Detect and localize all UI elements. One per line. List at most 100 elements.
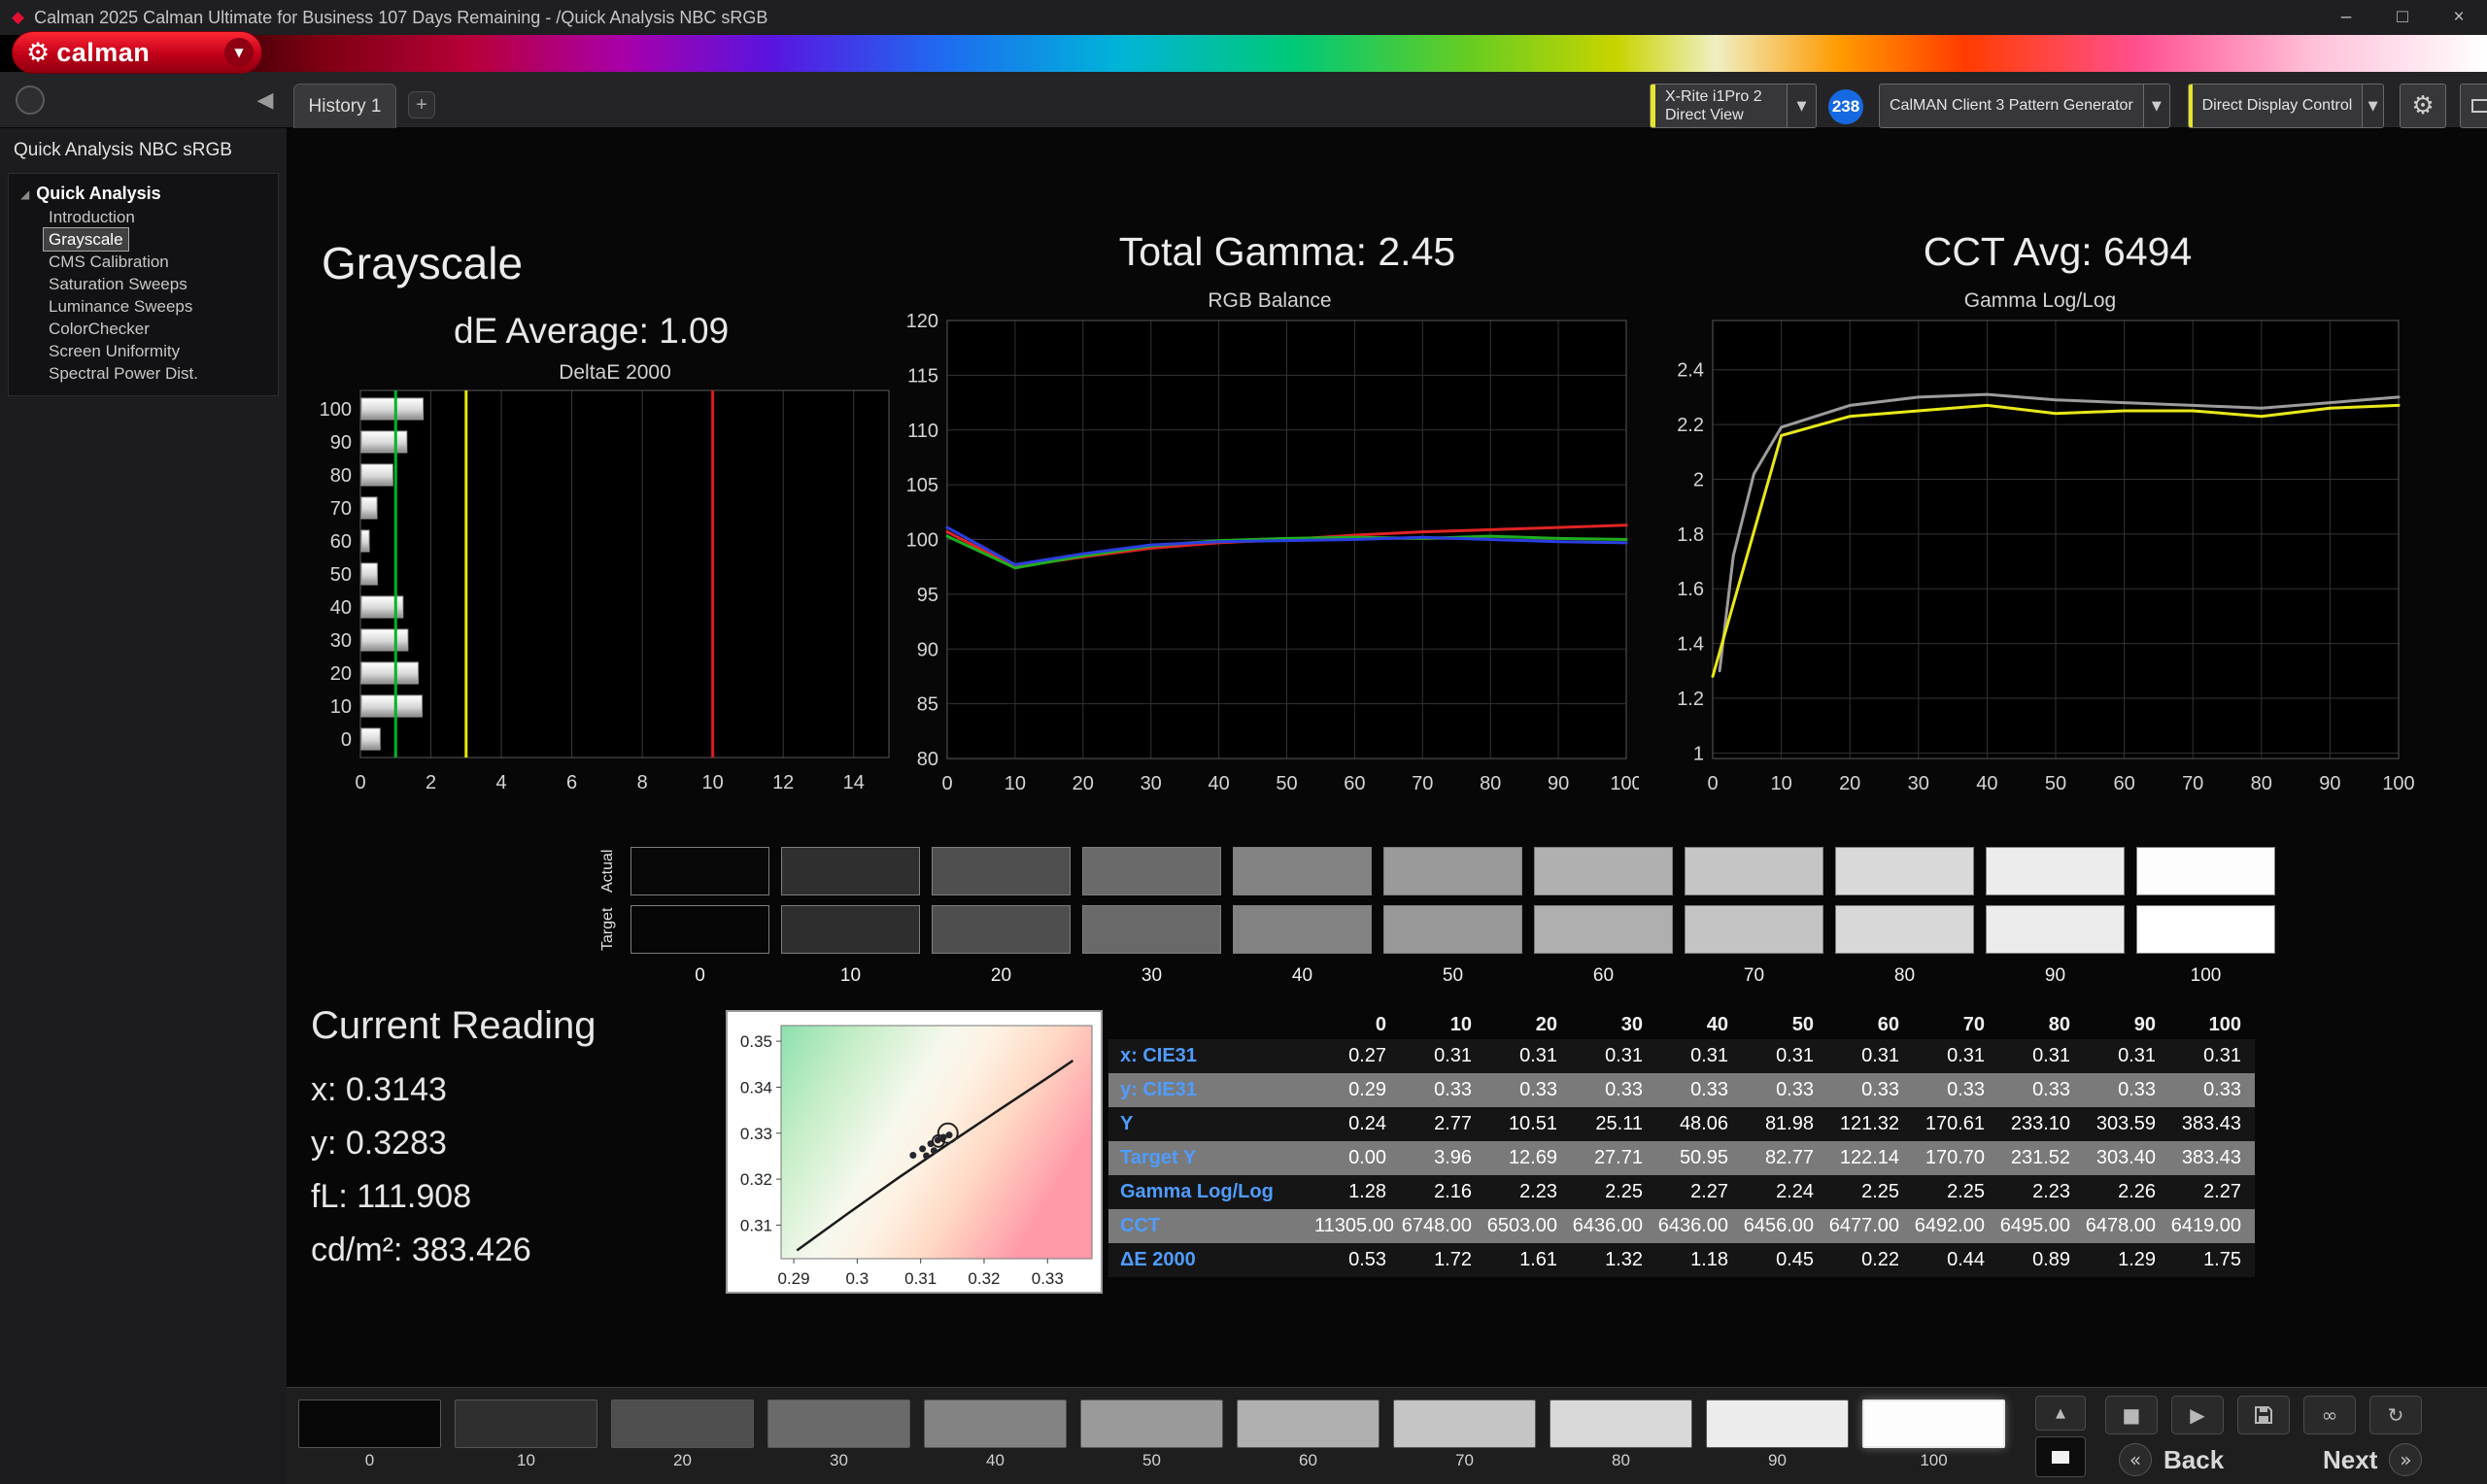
target-swatch-40	[1233, 905, 1372, 954]
tree-expander-icon[interactable]: ◢	[20, 187, 29, 201]
table-row-label: Gamma Log/Log	[1108, 1181, 1314, 1203]
results-table: 0102030405060708090100x: CIE310.270.310.…	[1108, 1010, 2255, 1277]
sidebar-root-quick-analysis[interactable]: ◢ Quick Analysis	[13, 182, 274, 206]
table-cell: 2.23	[1998, 1181, 2084, 1203]
tab-history-1[interactable]: History 1	[293, 84, 396, 128]
table-cell: 6492.00	[1913, 1215, 1998, 1237]
pattern-level-button-80[interactable]: 80	[1550, 1400, 1692, 1470]
next-button[interactable]: Next »	[2323, 1440, 2422, 1479]
rgb-balance-chart-title: RGB Balance	[901, 289, 1639, 313]
table-cell: 0.33	[2169, 1079, 2255, 1101]
table-row: Gamma Log/Log1.282.162.232.252.272.242.2…	[1108, 1175, 2255, 1209]
display-control-dropdown-arrow-icon[interactable]: ▼	[2362, 84, 2383, 127]
svg-text:1.4: 1.4	[1677, 634, 1704, 656]
svg-text:70: 70	[330, 498, 352, 520]
pattern-level-button-50[interactable]: 50	[1080, 1400, 1223, 1470]
sidebar-collapse-icon[interactable]: ◀	[251, 85, 280, 115]
add-tab-button[interactable]: +	[408, 91, 435, 118]
pattern-window-badge[interactable]: 238	[1828, 89, 1863, 124]
stop-button[interactable]: ■	[2105, 1396, 2158, 1434]
workflow-title: Quick Analysis NBC sRGB	[0, 128, 287, 169]
table-cell: 48.06	[1656, 1113, 1742, 1135]
swatch-level-label: 70	[1685, 963, 1823, 987]
table-cell: 383.43	[2169, 1147, 2255, 1169]
svg-text:105: 105	[906, 475, 938, 496]
svg-text:80: 80	[2251, 773, 2272, 794]
table-cell: 0.33	[1913, 1079, 1998, 1101]
table-cell: 2.16	[1400, 1181, 1485, 1203]
settings-button[interactable]: ⚙	[2400, 84, 2446, 128]
display-control-dropdown[interactable]: Direct Display Control ▼	[2188, 84, 2384, 128]
sidebar-item-introduction[interactable]: Introduction	[44, 206, 140, 228]
sidebar-item-grayscale[interactable]: Grayscale	[44, 228, 128, 251]
table-cell: 383.43	[2169, 1113, 2255, 1135]
svg-text:2: 2	[426, 772, 436, 793]
svg-text:2.2: 2.2	[1677, 415, 1704, 436]
minimize-button[interactable]: –	[2318, 0, 2374, 35]
table-cell: 122.14	[1827, 1147, 1913, 1169]
pattern-level-button-10[interactable]: 10	[455, 1400, 597, 1470]
sidebar-item-luminance-sweeps[interactable]: Luminance Sweeps	[44, 295, 197, 318]
table-row: Y0.242.7710.5125.1148.0681.98121.32170.6…	[1108, 1107, 2255, 1141]
play-button[interactable]: ▶	[2171, 1396, 2224, 1434]
back-button[interactable]: « Back	[2119, 1440, 2224, 1479]
close-button[interactable]: ×	[2431, 0, 2487, 35]
refresh-button[interactable]: ↻	[2369, 1396, 2422, 1434]
calman-menu-button[interactable]: ⚙ calman ▼	[12, 31, 262, 74]
table-cell: 0.31	[1742, 1045, 1827, 1067]
svg-text:50: 50	[1276, 773, 1297, 794]
svg-text:80: 80	[1480, 773, 1501, 794]
sidebar-item-cms-calibration[interactable]: CMS Calibration	[44, 251, 174, 273]
pattern-window-icon	[2052, 1451, 2069, 1464]
table-cell: 1.32	[1571, 1249, 1656, 1271]
table-cell: 81.98	[1742, 1113, 1827, 1135]
pattern-level-button-90[interactable]: 90	[1706, 1400, 1849, 1470]
pattern-level-button-30[interactable]: 30	[767, 1400, 910, 1470]
pattern-generator-dropdown-arrow-icon[interactable]: ▼	[2143, 84, 2169, 127]
table-cell: 0.31	[1571, 1045, 1656, 1067]
pattern-level-button-20[interactable]: 20	[611, 1400, 754, 1470]
svg-text:1.8: 1.8	[1677, 524, 1704, 546]
svg-text:10: 10	[702, 772, 724, 793]
svg-text:60: 60	[330, 531, 352, 553]
pattern-window-button[interactable]	[2035, 1436, 2086, 1477]
meter-dropdown[interactable]: X-Rite i1Pro 2 Direct View ▼	[1650, 84, 1817, 128]
sidebar-item-colorchecker[interactable]: ColorChecker	[44, 318, 154, 340]
svg-text:0.35: 0.35	[740, 1032, 772, 1051]
pattern-level-button-70[interactable]: 70	[1393, 1400, 1536, 1470]
meter-dropdown-arrow-icon[interactable]: ▼	[1787, 84, 1816, 127]
pattern-level-label: 70	[1393, 1451, 1536, 1470]
svg-text:40: 40	[1976, 773, 1997, 794]
pattern-panel-expand-button[interactable]: ▲	[2035, 1396, 2086, 1431]
table-cell: 170.61	[1913, 1113, 1998, 1135]
title-bar: ◆ Calman 2025 Calman Ultimate for Busine…	[0, 0, 2487, 35]
sidebar-item-saturation-sweeps[interactable]: Saturation Sweeps	[44, 273, 192, 295]
svg-text:100: 100	[906, 530, 938, 552]
actual-swatch-20	[932, 847, 1071, 895]
svg-text:100: 100	[1610, 773, 1639, 794]
save-button[interactable]	[2237, 1396, 2290, 1434]
table-column-header: 10	[1400, 1014, 1485, 1036]
continuous-measure-button[interactable]: ∞	[2303, 1396, 2356, 1434]
pattern-level-button-100[interactable]: 100	[1862, 1400, 2005, 1470]
pattern-level-button-60[interactable]: 60	[1237, 1400, 1380, 1470]
display-settings-button[interactable]	[2460, 84, 2487, 128]
sidebar-item-spectral-power-dist[interactable]: Spectral Power Dist.	[44, 362, 203, 385]
cie-chart: 0.290.30.310.320.330.350.340.330.320.31	[728, 1012, 1101, 1292]
pattern-generator-dropdown[interactable]: CalMAN Client 3 Pattern Generator ▼	[1879, 84, 2170, 128]
table-cell: 6478.00	[2084, 1215, 2169, 1237]
session-indicator-button[interactable]	[16, 85, 45, 115]
pattern-level-button-40[interactable]: 40	[924, 1400, 1067, 1470]
calman-app-window: ◆ Calman 2025 Calman Ultimate for Busine…	[0, 0, 2487, 1484]
sidebar-item-screen-uniformity[interactable]: Screen Uniformity	[44, 340, 185, 362]
table-cell: 50.95	[1656, 1147, 1742, 1169]
page-title: Grayscale	[322, 237, 523, 289]
table-column-header: 90	[2084, 1014, 2169, 1036]
calman-logo-icon: ⚙	[26, 40, 50, 66]
table-cell: 0.31	[1656, 1045, 1742, 1067]
pattern-level-button-0[interactable]: 0	[298, 1400, 441, 1470]
table-cell: 231.52	[1998, 1147, 2084, 1169]
maximize-button[interactable]: □	[2374, 0, 2431, 35]
swatch-level-label: 40	[1233, 963, 1372, 987]
table-cell: 0.29	[1314, 1079, 1400, 1101]
